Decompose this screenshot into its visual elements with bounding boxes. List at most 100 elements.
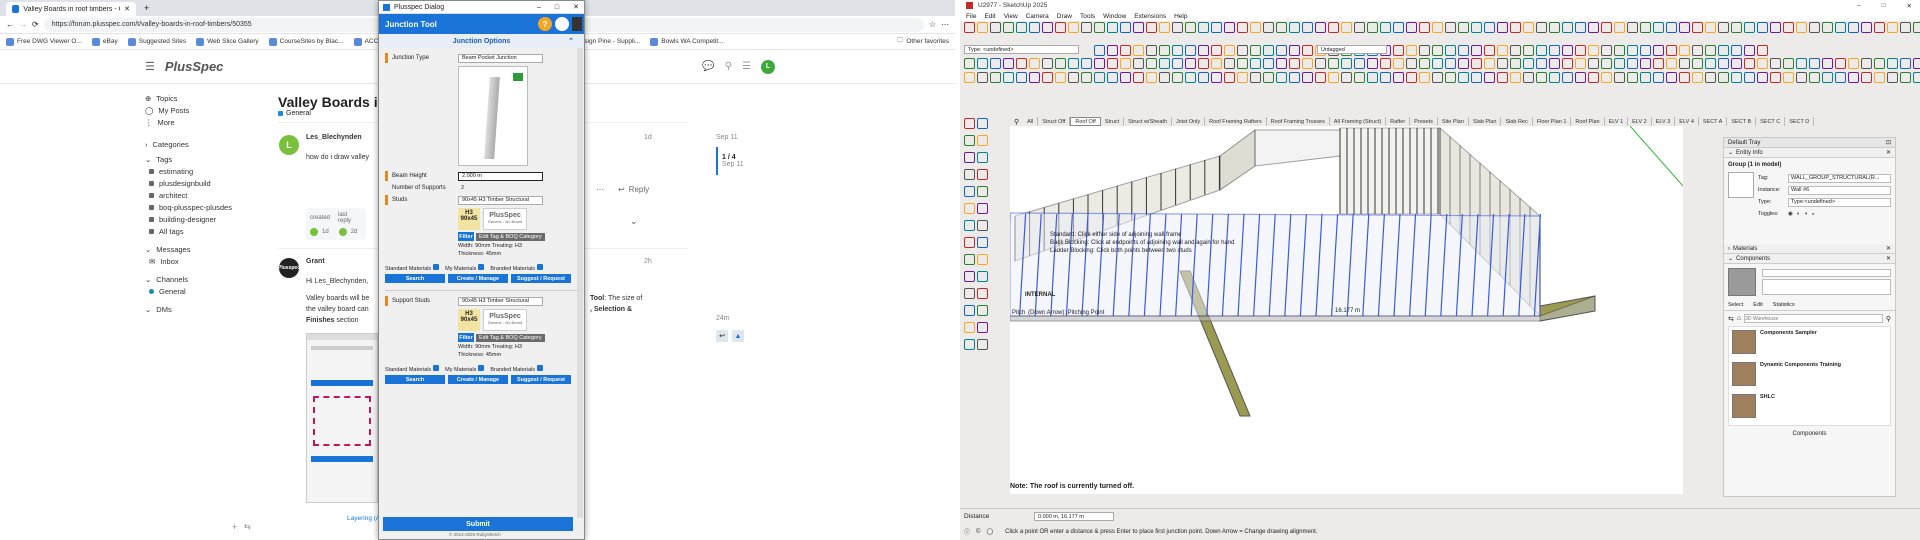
nav-icon[interactable]: ⇆ (1728, 315, 1734, 323)
scene-tab[interactable]: SECT C (1756, 117, 1786, 126)
entity-info-header[interactable]: ⌄ Entity Info ✕ (1724, 148, 1895, 158)
scene-tab[interactable]: Slab Rec (1501, 117, 1533, 126)
toggle-receive-icon[interactable]: ◒ (1811, 211, 1814, 217)
menu-icon[interactable]: ⋯ (941, 20, 949, 29)
close-icon[interactable]: ✕ (1899, 2, 1920, 10)
tool-icon[interactable] (1146, 45, 1157, 56)
scene-tab[interactable]: Site Plan (1438, 117, 1469, 126)
plusspec-logo-icon[interactable] (555, 17, 569, 31)
tool-icon[interactable] (964, 271, 975, 282)
home-icon[interactable]: ⌂ (1737, 315, 1741, 322)
timeline-date-top[interactable]: Sep 11 (716, 134, 756, 141)
tool-icon[interactable] (1107, 22, 1118, 33)
tool-icon[interactable] (1822, 58, 1833, 69)
scene-tab[interactable]: Joist Only (1172, 117, 1206, 126)
tool-icon[interactable] (1562, 72, 1573, 83)
collapse-chevron-icon[interactable]: ⌃ (568, 37, 574, 45)
tool-icon[interactable] (977, 203, 988, 214)
tool-icon[interactable] (1107, 58, 1118, 69)
tool-icon[interactable] (1237, 22, 1248, 33)
tool-icon[interactable] (977, 288, 988, 299)
tool-icon[interactable] (1796, 58, 1807, 69)
tool-icon[interactable] (1094, 72, 1105, 83)
tool-icon[interactable] (1133, 22, 1144, 33)
tool-icon[interactable] (1211, 45, 1222, 56)
tool-icon[interactable] (1432, 22, 1443, 33)
toggle-hidden-icon[interactable]: ◉ (1788, 211, 1793, 217)
tool-icon[interactable] (964, 203, 975, 214)
tool-icon[interactable] (1744, 45, 1755, 56)
tool-icon[interactable] (1250, 45, 1261, 56)
tool-icon[interactable] (1601, 45, 1612, 56)
tool-icon[interactable] (977, 58, 988, 69)
tool-icon[interactable] (1146, 72, 1157, 83)
tool-icon[interactable] (1276, 72, 1287, 83)
tool-icon[interactable] (977, 72, 988, 83)
tool-icon[interactable] (1029, 58, 1040, 69)
post2-avatar[interactable]: Plusspec (278, 258, 300, 278)
tag-item[interactable]: boq-plusspec-plusdes (145, 201, 255, 213)
instance-field[interactable]: Wall #6 (1788, 185, 1891, 195)
tool-icon[interactable] (1393, 45, 1404, 56)
tool-icon[interactable] (1653, 45, 1664, 56)
tool-icon[interactable] (964, 339, 975, 350)
junction-options-header[interactable]: Junction Options ⌃ (379, 34, 584, 48)
tool-icon[interactable] (990, 72, 1001, 83)
tool-icon[interactable] (1484, 72, 1495, 83)
tool-icon[interactable] (1861, 58, 1872, 69)
tag-select[interactable]: WALL_GROUP_STRUCTURAL(R... (1788, 173, 1891, 183)
tool-icon[interactable] (1588, 58, 1599, 69)
tool-icon[interactable] (1328, 22, 1339, 33)
tool-icon[interactable] (1042, 72, 1053, 83)
close-panel-icon[interactable]: ✕ (1886, 149, 1895, 156)
scene-tab[interactable]: SECT B (1727, 117, 1757, 126)
tool-icon[interactable] (964, 220, 975, 231)
tool-icon[interactable] (977, 118, 988, 129)
favorite-item[interactable]: Web Slice Gallery (196, 37, 259, 46)
reply-icon-button[interactable]: ↩ (716, 330, 728, 342)
tool-icon[interactable] (1276, 45, 1287, 56)
tool-icon[interactable] (1354, 22, 1365, 33)
tool-icon[interactable] (1302, 72, 1313, 83)
topic-category[interactable]: General (278, 110, 311, 117)
tool-icon[interactable] (1445, 22, 1456, 33)
support-standard-materials-checkbox[interactable]: Standard Materials (385, 365, 440, 373)
tool-icon[interactable] (1783, 58, 1794, 69)
tool-icon[interactable] (1770, 58, 1781, 69)
support-edit-tag-button[interactable]: Edit Tag & BOQ Category (476, 333, 545, 342)
close-panel-icon[interactable]: ✕ (1886, 245, 1895, 252)
notify-icon-button[interactable]: ▲ (732, 330, 744, 342)
tool-icon[interactable] (1744, 58, 1755, 69)
tool-icon[interactable] (1107, 45, 1118, 56)
tool-icon[interactable] (1640, 72, 1651, 83)
tool-icon[interactable] (1575, 72, 1586, 83)
tool-icon[interactable] (1497, 45, 1508, 56)
tool-icon[interactable] (1484, 22, 1495, 33)
tool-icon[interactable] (1731, 22, 1742, 33)
tool-icon[interactable] (977, 322, 988, 333)
tool-icon[interactable] (1666, 45, 1677, 56)
tool-icon[interactable] (964, 152, 975, 163)
tool-icon[interactable] (977, 339, 988, 350)
post1-avatar[interactable]: L (279, 135, 299, 155)
tags-section[interactable]: ⌄ Tags (145, 153, 255, 165)
menu-item[interactable]: Extensions (1134, 13, 1166, 20)
beam-height-input[interactable]: 2.000 m (458, 171, 543, 181)
expand-icon[interactable]: ⌄ (630, 216, 638, 227)
tool-icon[interactable] (1315, 72, 1326, 83)
tool-icon[interactable] (1588, 22, 1599, 33)
tool-icon[interactable] (1003, 72, 1014, 83)
tool-icon[interactable] (1250, 72, 1261, 83)
studs-search-button[interactable]: Search (385, 274, 445, 283)
tool-icon[interactable] (1640, 58, 1651, 69)
tool-icon[interactable] (1393, 72, 1404, 83)
tool-icon[interactable] (1809, 58, 1820, 69)
tool-icon[interactable] (1393, 58, 1404, 69)
tool-icon[interactable] (1068, 58, 1079, 69)
tool-icon[interactable] (1705, 72, 1716, 83)
tool-icon[interactable] (1289, 45, 1300, 56)
tool-icon[interactable] (1289, 58, 1300, 69)
post-screenshot-image[interactable] (306, 333, 378, 503)
close-tab-icon[interactable]: ✕ (124, 5, 130, 13)
more-actions-icon[interactable]: ⋯ (596, 185, 604, 194)
